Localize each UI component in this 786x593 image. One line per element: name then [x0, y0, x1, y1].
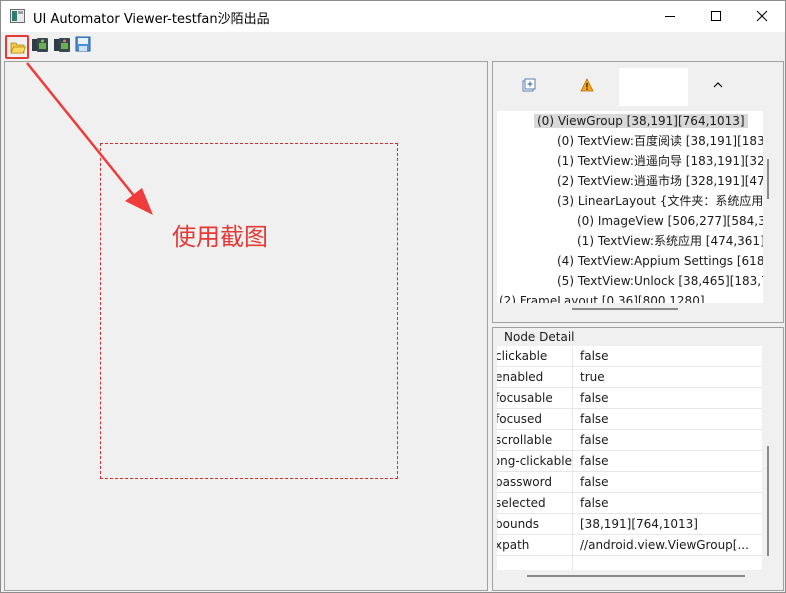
hierarchy-panel: (0) ViewGroup [38,191][764,1013] (0) Tex…: [492, 61, 784, 323]
property-key: focusable: [497, 391, 553, 405]
node-detail-table[interactable]: clickable false enabled true focusable fals…: [497, 346, 762, 570]
annotation-caption: 使用截图: [172, 223, 268, 251]
tree-node-label: (2) FrameLayout [0,36][800,1280]: [499, 294, 705, 303]
property-value: true: [580, 370, 605, 384]
screenshot-panel[interactable]: 使用截图: [4, 61, 488, 591]
detail-horizontal-scrollbar[interactable]: [497, 572, 762, 580]
table-row[interactable]: focusable false: [497, 388, 762, 409]
tree-node[interactable]: (1) TextView:逍遥向导 [183,191][328: [557, 151, 763, 171]
tree-node[interactable]: (5) TextView:Unlock [38,465][183,73: [557, 271, 763, 291]
hierarchy-toolbar: [493, 62, 783, 110]
property-value: //android.view.ViewGroup[...: [580, 538, 749, 552]
scroll-thumb[interactable]: [767, 446, 769, 556]
table-row[interactable]: bounds [38,191][764,1013]: [497, 514, 762, 535]
open-button[interactable]: [5, 35, 29, 59]
property-key: scrollable: [497, 433, 553, 447]
property-key: selected: [497, 496, 546, 510]
chevron-up-icon: [713, 82, 723, 88]
property-key: focused: [497, 412, 543, 426]
close-icon: [756, 10, 768, 22]
property-key: long-clickable: [497, 454, 572, 468]
device-screenshot-button[interactable]: [31, 36, 51, 56]
tree-node-label: (1) TextView:系统应用 [474,361][: [577, 234, 763, 248]
tree-horizontal-scrollbar[interactable]: [497, 305, 763, 313]
expand-all-icon: [522, 78, 536, 92]
title-bar: UI Automator Viewer-testfan沙陌出品: [1, 1, 785, 32]
device-screenshot-icon: [32, 38, 48, 52]
node-detail-panel: Node Detail clickable false enabled true f…: [492, 327, 784, 591]
property-value: [580, 556, 762, 570]
close-button[interactable]: [739, 1, 785, 32]
scroll-thumb[interactable]: [572, 308, 678, 310]
property-key: password: [497, 475, 552, 489]
toolbar: [1, 32, 785, 59]
toggle-nafs-button[interactable]: [580, 78, 596, 94]
property-key: clickable: [497, 349, 548, 363]
table-row[interactable]: enabled true: [497, 367, 762, 388]
property-value: false: [580, 496, 609, 510]
minimize-icon: [665, 16, 675, 17]
property-value: false: [580, 412, 609, 426]
expand-all-button[interactable]: [522, 78, 538, 94]
window-title: UI Automator Viewer-testfan沙陌出品: [33, 12, 270, 27]
tree-node[interactable]: (2) TextView:逍遥市场 [328,191][473: [557, 171, 763, 191]
warning-icon: [580, 78, 594, 92]
collapse-button[interactable]: [711, 78, 727, 94]
table-row[interactable]: xpath //android.view.ViewGroup[...: [497, 535, 762, 556]
table-row[interactable]: scrollable false: [497, 430, 762, 451]
tree-node[interactable]: (4) TextView:Appium Settings [618,: [557, 251, 763, 271]
detail-vertical-scrollbar[interactable]: [765, 346, 771, 570]
tree-node-label: (2) TextView:逍遥市场 [328,191][473: [557, 174, 763, 188]
property-value: [38,191][764,1013]: [580, 517, 698, 531]
tree-node-label: (0) ViewGroup [38,191][764,1013]: [534, 114, 748, 128]
tree-node[interactable]: (3) LinearLayout {文件夹：系统应用}: [557, 191, 763, 211]
property-value: false: [580, 433, 609, 447]
maximize-icon: [711, 11, 721, 21]
hierarchy-tree[interactable]: (0) ViewGroup [38,191][764,1013] (0) Tex…: [497, 111, 763, 303]
node-detail-title: Node Detail: [501, 330, 578, 344]
tree-node-label: (0) ImageView [506,277][584,35: [577, 214, 763, 228]
table-row[interactable]: long-clickable false: [497, 451, 762, 472]
device-screenshot-compressed-icon: [54, 38, 70, 52]
open-folder-icon: [10, 42, 26, 54]
save-button[interactable]: [75, 36, 95, 56]
tree-node[interactable]: (0) ImageView [506,277][584,35: [577, 211, 763, 231]
tree-node-label: (0) TextView:百度阅读 [38,191][183,4: [557, 134, 763, 148]
property-key: bounds: [497, 517, 540, 531]
save-icon: [75, 36, 91, 52]
uiautomator-window: UI Automator Viewer-testfan沙陌出品 使用截图 (0)…: [0, 0, 786, 593]
tree-node-label: (4) TextView:Appium Settings [618,: [557, 254, 763, 268]
table-row[interactable]: password false: [497, 472, 762, 493]
property-value: false: [580, 391, 609, 405]
screenshot-placeholder[interactable]: [100, 143, 398, 479]
tree-node-label: (3) LinearLayout {文件夹：系统应用}: [557, 194, 763, 208]
tree-vertical-scrollbar[interactable]: [765, 111, 771, 303]
maximize-button[interactable]: [693, 1, 739, 32]
table-row[interactable]: clickable false: [497, 346, 762, 367]
tree-node-label: (5) TextView:Unlock [38,465][183,73: [557, 274, 763, 288]
scroll-thumb[interactable]: [527, 575, 745, 577]
minimize-button[interactable]: [647, 1, 693, 32]
tree-node[interactable]: (0) TextView:百度阅读 [38,191][183,4: [557, 131, 763, 151]
tree-node-label: (1) TextView:逍遥向导 [183,191][328: [557, 154, 763, 168]
scroll-thumb[interactable]: [767, 159, 769, 199]
property-value: false: [580, 349, 609, 363]
tree-node[interactable]: (2) FrameLayout [0,36][800,1280]: [499, 291, 705, 303]
device-screenshot-compressed-button[interactable]: [53, 36, 73, 56]
property-value: false: [580, 475, 609, 489]
tree-node[interactable]: (1) TextView:系统应用 [474,361][: [577, 231, 763, 251]
tree-node[interactable]: (0) ViewGroup [38,191][764,1013]: [534, 111, 748, 131]
app-icon: [10, 9, 25, 23]
property-value: false: [580, 454, 609, 468]
table-row[interactable]: focused false: [497, 409, 762, 430]
blank-tab[interactable]: [619, 68, 688, 106]
property-key: enabled: [497, 370, 544, 384]
table-row[interactable]: [497, 556, 762, 570]
table-row[interactable]: selected false: [497, 493, 762, 514]
property-key: xpath: [497, 538, 530, 552]
